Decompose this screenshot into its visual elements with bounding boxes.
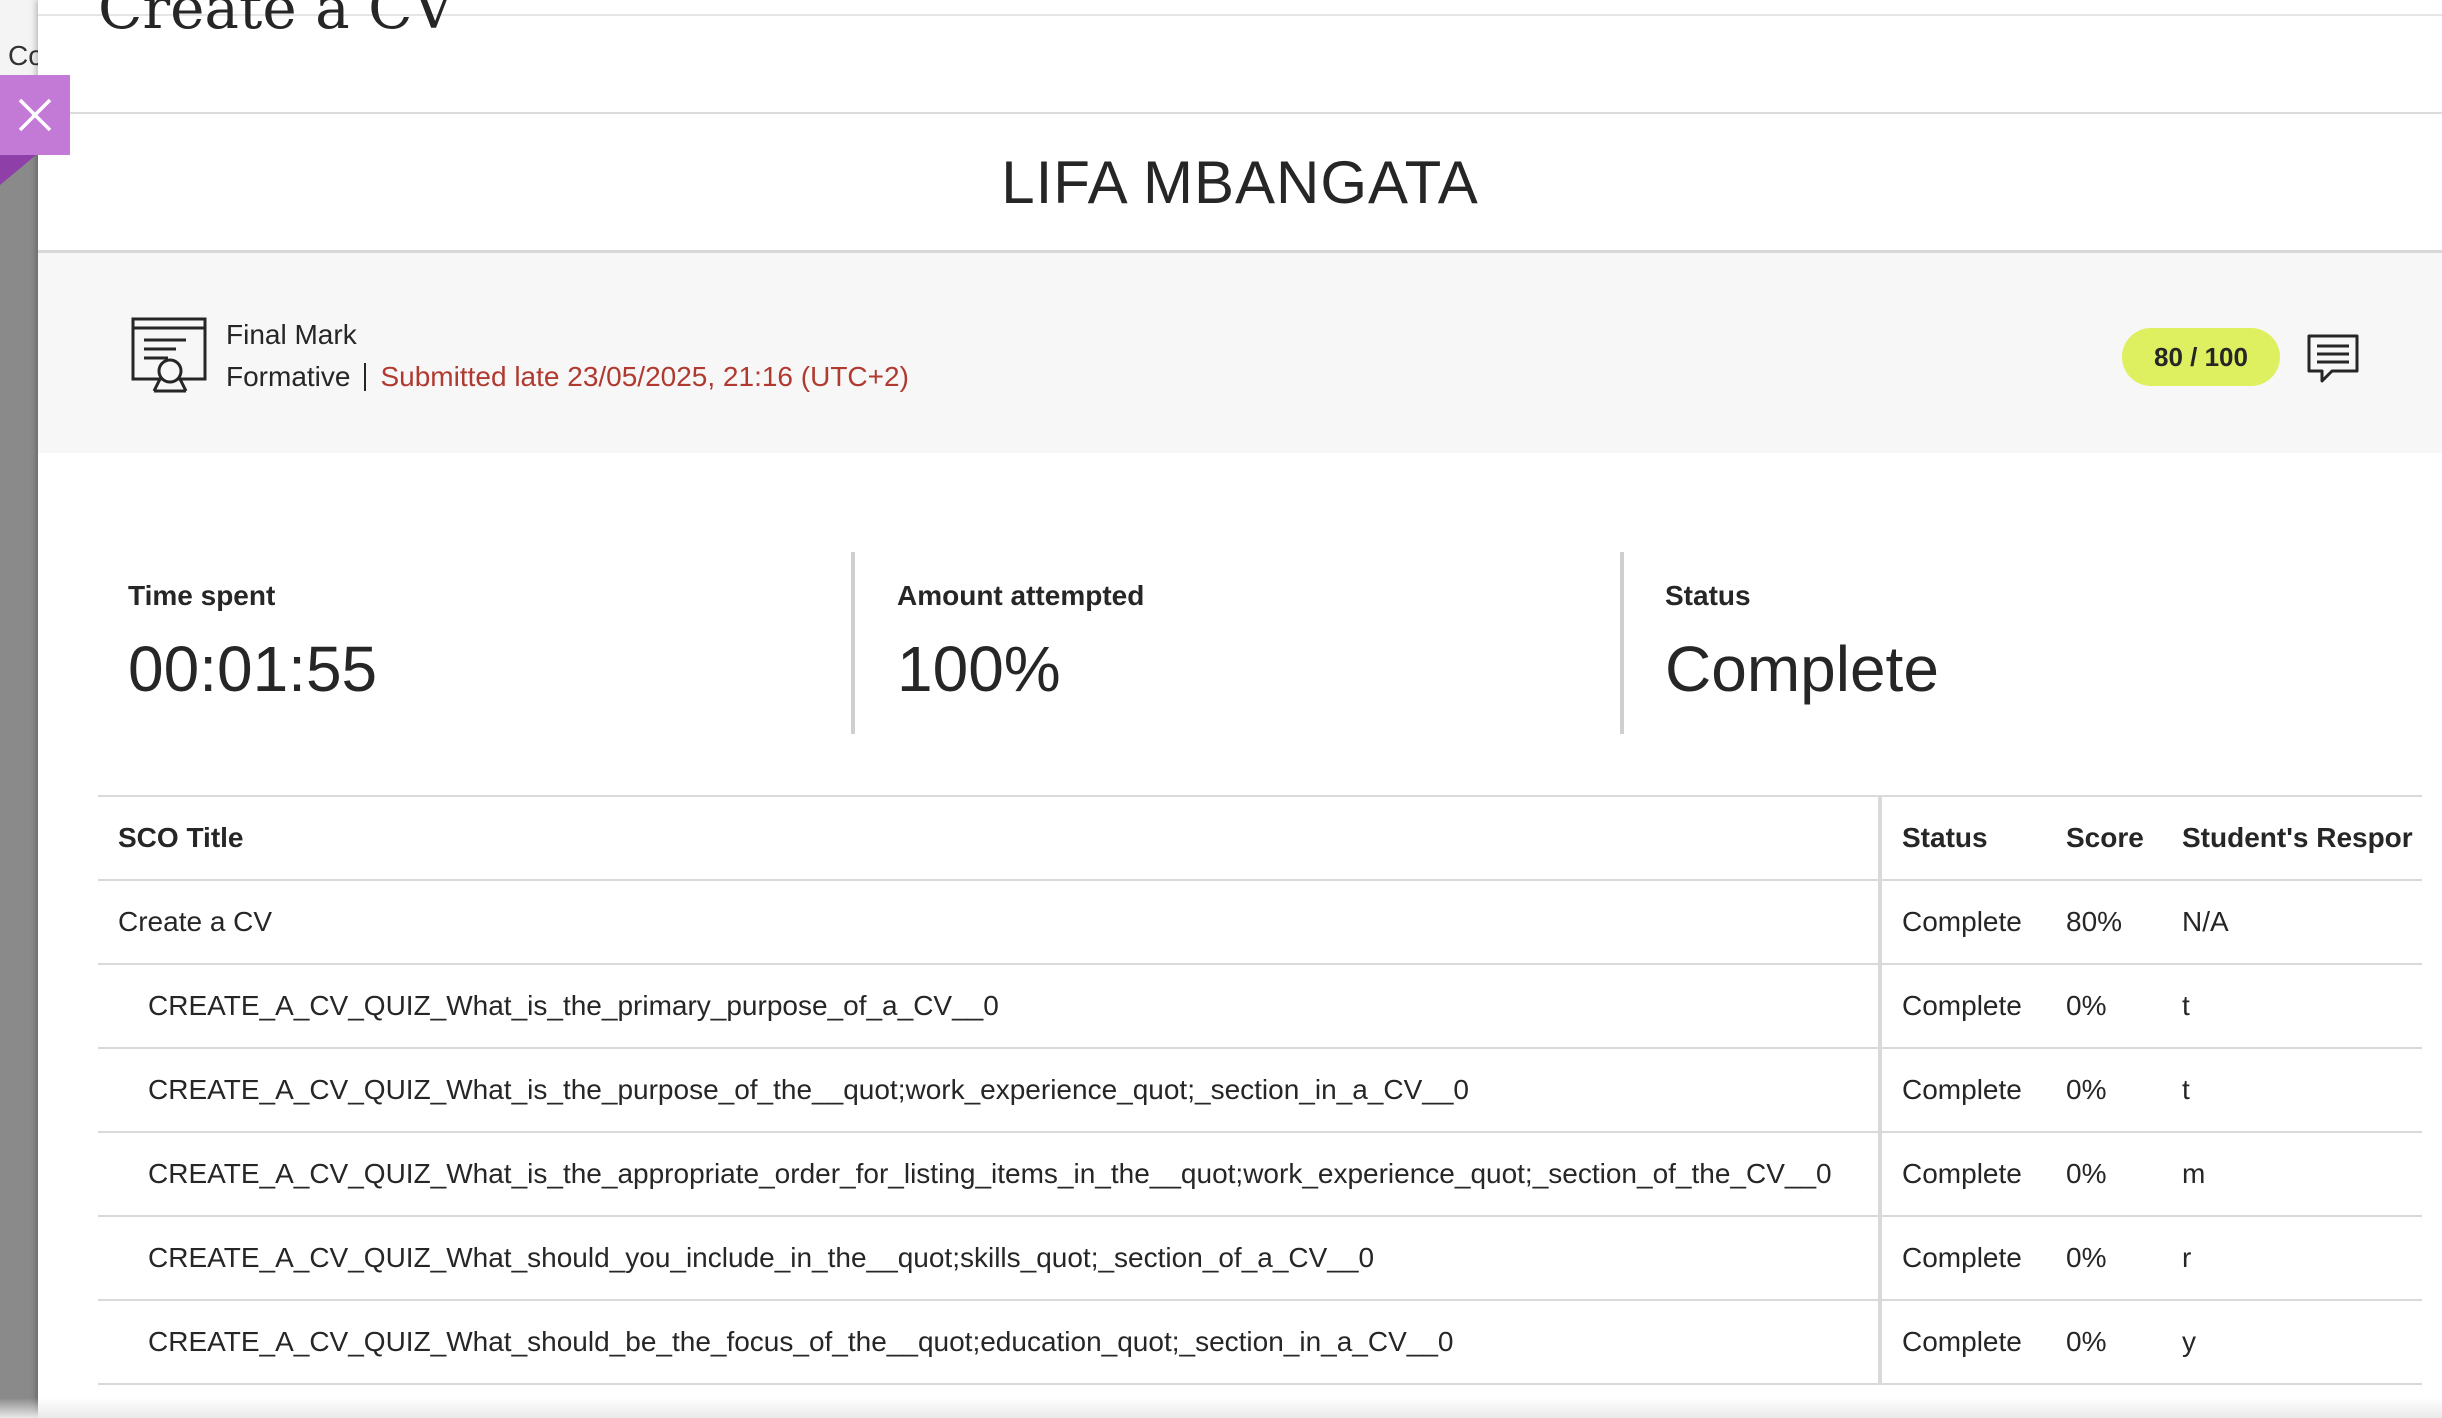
- table-row: CREATE_A_CV_QUIZ_What_is_the_appropriate…: [98, 1131, 2422, 1216]
- response-cell: N/A: [2162, 879, 2422, 964]
- table-header-row: SCO Title Status Score Student's Respor: [98, 795, 2422, 880]
- score-cell: 0%: [2046, 1131, 2162, 1216]
- table-row: CREATE_A_CV_QUIZ_What_is_the_primary_pur…: [98, 963, 2422, 1048]
- grade-details: Formative Submitted late 23/05/2025, 21:…: [226, 361, 909, 393]
- stat-label: Amount attempted: [897, 580, 1145, 611]
- bottom-edge-shadow: [0, 1398, 2442, 1418]
- score-cell: 0%: [2046, 963, 2162, 1048]
- sco-title-cell: Create a CV: [98, 879, 1880, 964]
- table-row: CREATE_A_CV_QUIZ_What_should_you_include…: [98, 1215, 2422, 1300]
- response-cell: t: [2162, 963, 2422, 1048]
- grade-heading: Final Mark: [226, 319, 357, 350]
- backdrop-title: Co: [8, 40, 40, 71]
- response-cell: r: [2162, 1215, 2422, 1300]
- score-cell: 0%: [2046, 1299, 2162, 1385]
- late-submission-text: Submitted late 23/05/2025, 21:16 (UTC+2): [380, 361, 909, 392]
- score-cell: 0%: [2046, 1215, 2162, 1300]
- title-divider: [38, 112, 2442, 114]
- stat-label: Time spent: [128, 580, 276, 611]
- status-cell: Complete: [1878, 1299, 2046, 1385]
- stat-value: 100%: [897, 633, 1061, 705]
- status-cell: Complete: [1878, 1047, 2046, 1132]
- sco-results-table: SCO Title Status Score Student's Respor …: [98, 795, 2422, 1385]
- comment-icon[interactable]: [2306, 333, 2360, 385]
- certificate-icon: [131, 317, 207, 393]
- score-cell: 0%: [2046, 1047, 2162, 1132]
- sco-title-cell: CREATE_A_CV_QUIZ_What_is_the_purpose_of_…: [98, 1047, 1880, 1132]
- status-cell: Complete: [1878, 1215, 2046, 1300]
- table-row: CREATE_A_CV_QUIZ_What_is_the_purpose_of_…: [98, 1047, 2422, 1132]
- stat-value: 00:01:55: [128, 633, 378, 705]
- column-header-student-response: Student's Respor: [2162, 795, 2422, 880]
- stat-divider: [851, 552, 855, 734]
- stat-value: Complete: [1665, 633, 1939, 705]
- page-title: Create a CV: [98, 0, 455, 42]
- close-tab-fold: [0, 155, 36, 185]
- response-cell: m: [2162, 1131, 2422, 1216]
- stat-amount-attempted: Amount attempted 100%: [897, 570, 1144, 750]
- status-cell: Complete: [1878, 879, 2046, 964]
- separator: [364, 363, 367, 391]
- table-row: CREATE_A_CV_QUIZ_What_should_be_the_focu…: [98, 1299, 2422, 1385]
- score-badge[interactable]: 80 / 100: [2122, 328, 2280, 386]
- student-name: LIFA MBANGATA: [1001, 149, 1479, 216]
- grade-summary: Final Mark Formative Submitted late 23/0…: [38, 253, 2442, 453]
- stat-label: Status: [1665, 580, 1751, 611]
- grading-panel: Create a CV LIFA MBANGATA Final Mark For…: [38, 0, 2442, 1418]
- sco-title-cell: CREATE_A_CV_QUIZ_What_should_be_the_focu…: [98, 1299, 1880, 1385]
- status-cell: Complete: [1878, 1131, 2046, 1216]
- grade-category: Formative: [226, 361, 351, 392]
- close-panel-button[interactable]: [0, 75, 70, 155]
- table-row: Create a CV Complete 80% N/A: [98, 879, 2422, 964]
- page-backdrop: [0, 0, 40, 1418]
- response-cell: y: [2162, 1299, 2422, 1385]
- status-cell: Complete: [1878, 963, 2046, 1048]
- column-header-status: Status: [1878, 795, 2046, 880]
- stat-time-spent: Time spent 00:01:55: [128, 570, 377, 750]
- close-icon: [18, 98, 52, 132]
- stat-status: Status Complete: [1665, 570, 1939, 750]
- sco-title-cell: CREATE_A_CV_QUIZ_What_should_you_include…: [98, 1215, 1880, 1300]
- sco-title-cell: CREATE_A_CV_QUIZ_What_is_the_primary_pur…: [98, 963, 1880, 1048]
- response-cell: t: [2162, 1047, 2422, 1132]
- column-header-sco-title: SCO Title: [98, 795, 1880, 880]
- column-header-score: Score: [2046, 795, 2162, 880]
- stat-divider: [1620, 552, 1624, 734]
- sco-title-cell: CREATE_A_CV_QUIZ_What_is_the_appropriate…: [98, 1131, 1880, 1216]
- score-cell: 80%: [2046, 879, 2162, 964]
